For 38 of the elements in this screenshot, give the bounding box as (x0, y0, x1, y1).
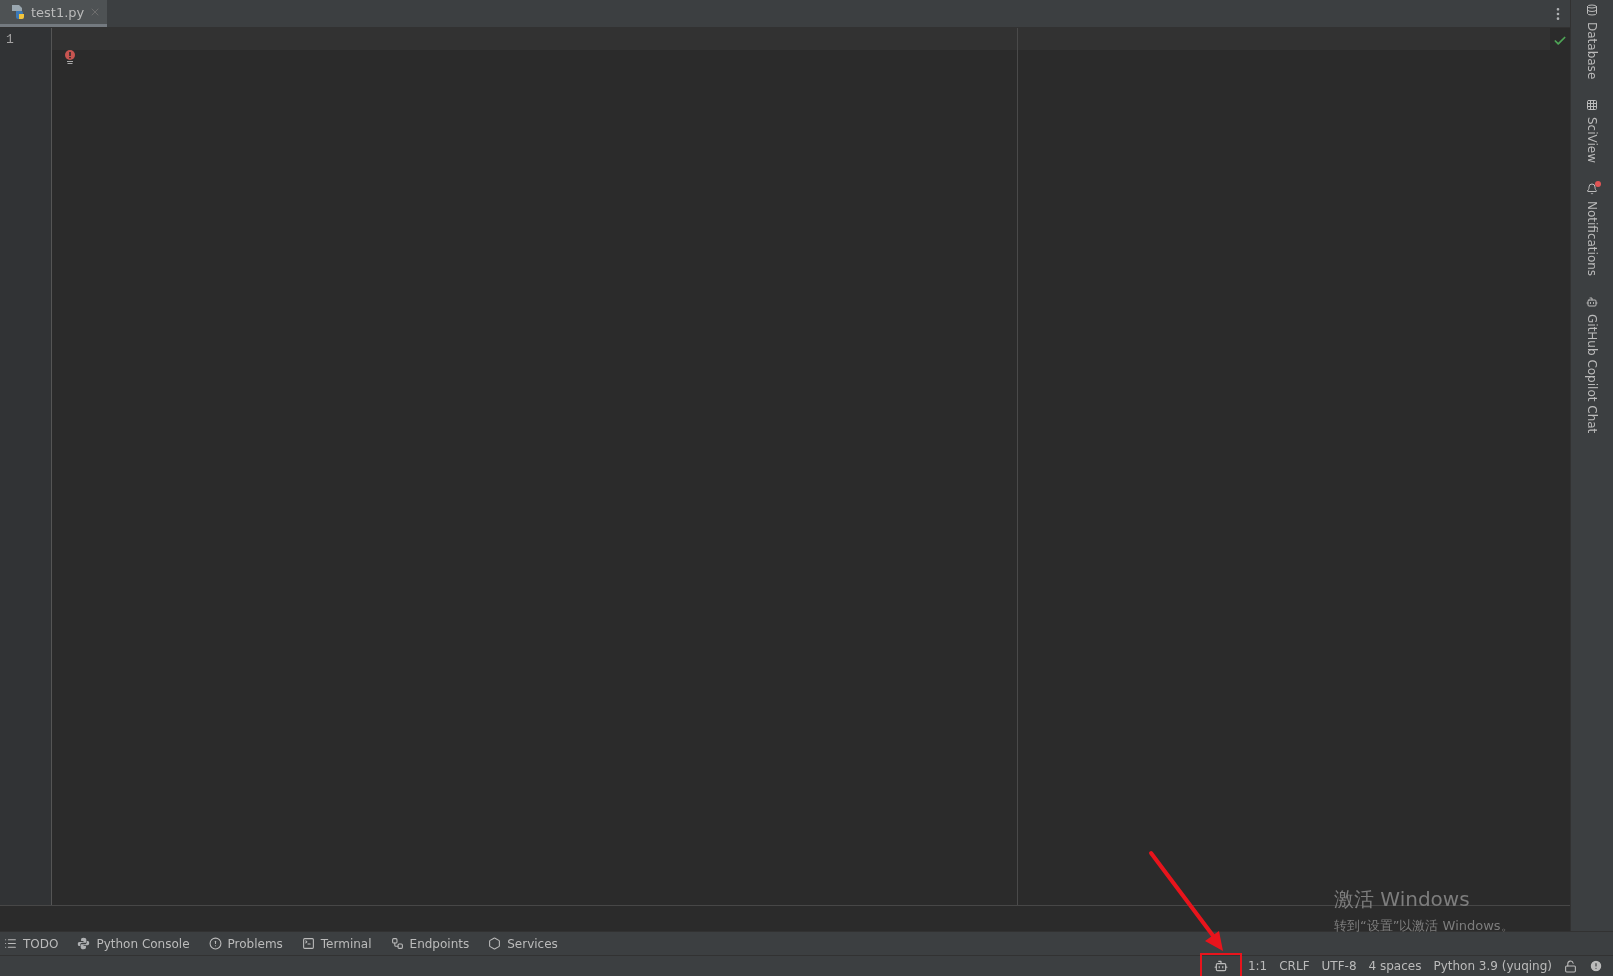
error-bulb-icon[interactable] (64, 50, 76, 64)
activation-title: 激活 Windows (1334, 886, 1471, 913)
status-item[interactable]: CRLF (1279, 959, 1310, 973)
unlock-icon[interactable] (1564, 959, 1577, 973)
status-item[interactable]: 4 spaces (1368, 959, 1422, 973)
alert-icon (208, 937, 222, 950)
highlight-frame (1199, 953, 1242, 976)
status-item[interactable]: Python 3.9 (yuqing) (1433, 959, 1552, 973)
robot-icon (1586, 296, 1598, 309)
line-number: 1 (5, 32, 15, 49)
tool-window-button[interactable]: Problems (204, 936, 294, 951)
alert-icon[interactable] (1589, 959, 1603, 973)
hexagon-icon (488, 937, 502, 950)
check-icon (1553, 34, 1567, 48)
list-icon (4, 937, 17, 950)
sidebar-tab[interactable]: Notifications (1585, 183, 1599, 277)
tool-window-button[interactable]: Terminal (297, 936, 383, 951)
sidebar-label: SciView (1585, 117, 1599, 164)
sidebar-tab[interactable]: SciView (1585, 99, 1599, 164)
sidebar-label: Database (1585, 22, 1599, 80)
status-item[interactable]: UTF-8 (1321, 959, 1357, 973)
status-item[interactable]: 1:1 (1247, 959, 1268, 973)
endpoints-icon (390, 937, 404, 950)
grid-icon (1586, 99, 1598, 112)
tool-window-button[interactable]: Python Console (73, 936, 201, 951)
sidebar-label: Notifications (1585, 201, 1599, 277)
activation-message: 转到“设置”以激活 Windows。 (1334, 917, 1514, 935)
python-file-icon (10, 4, 26, 20)
python-icon (77, 937, 91, 950)
tool-window-button[interactable]: Endpoints (386, 936, 481, 951)
sidebar-tab[interactable]: Database (1585, 4, 1599, 80)
tool-window-button[interactable]: Services (484, 936, 569, 951)
bell-icon (1586, 183, 1598, 196)
editor-tab[interactable]: test1.py (0, 0, 108, 27)
tool-window-button[interactable]: TODO (0, 936, 70, 951)
database-icon (1586, 4, 1598, 16)
robot-icon[interactable] (1213, 959, 1228, 973)
terminal-icon (301, 937, 315, 950)
